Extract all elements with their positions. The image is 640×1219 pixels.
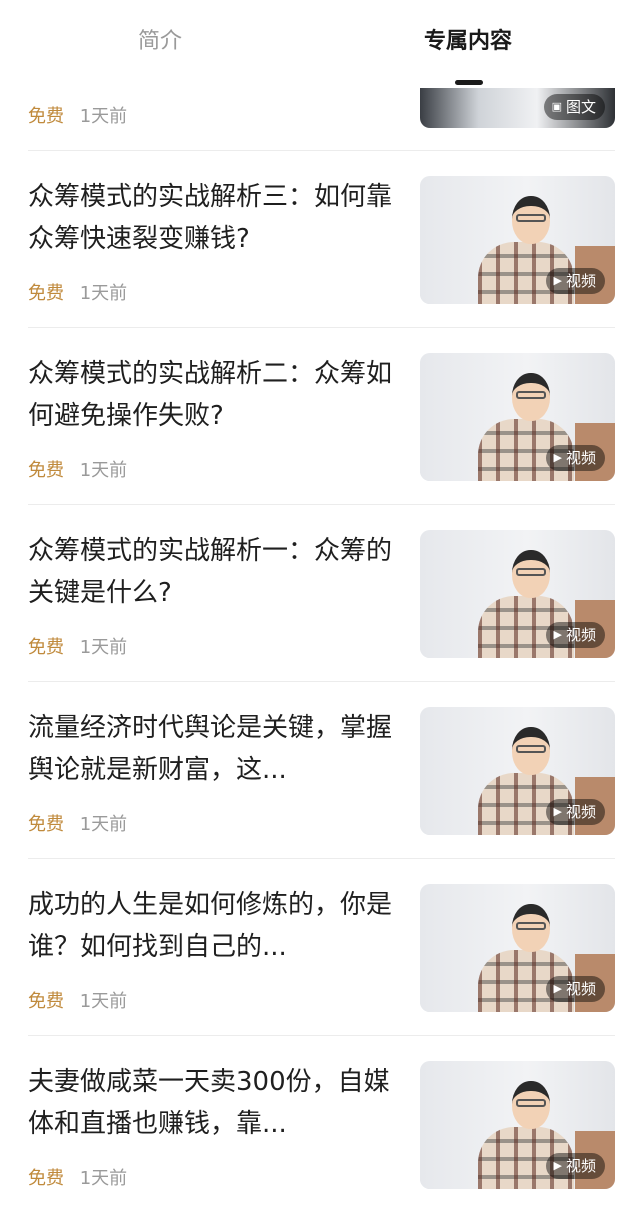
free-tag: 免费	[28, 637, 64, 658]
list-item[interactable]: 成功的人生是如何修炼的，你是谁？如何找到自己的... 免费 1天前 ▶ 视频	[0, 884, 640, 1034]
item-meta: 免费 1天前	[28, 1167, 127, 1191]
item-title: 众筹模式的实战解析一：众筹的关键是什么?	[28, 536, 393, 608]
divider	[28, 327, 615, 328]
divider	[28, 504, 615, 505]
publish-time: 1天前	[79, 991, 128, 1012]
publish-time: 1天前	[79, 460, 128, 481]
free-tag: 免费	[28, 991, 64, 1012]
free-tag: 免费	[28, 106, 64, 127]
item-title: 成功的人生是如何修炼的，你是谁？如何找到自己的...	[28, 890, 393, 962]
active-tab-indicator	[455, 80, 483, 85]
publish-time: 1天前	[79, 637, 128, 658]
free-tag: 免费	[28, 283, 64, 304]
divider	[28, 858, 615, 859]
list-item[interactable]: 众筹模式的实战解析三：如何靠众筹快速裂变赚钱? 免费 1天前 ▶ 视频	[0, 176, 640, 326]
video-thumbnail: ▶ 视频	[420, 1061, 615, 1189]
publish-time: 1天前	[79, 283, 128, 304]
item-meta: 免费 1天前	[28, 105, 127, 129]
play-icon: ▶	[553, 1159, 562, 1172]
video-badge: ▶ 视频	[545, 1153, 605, 1179]
video-badge: ▶ 视频	[545, 445, 605, 471]
publish-time: 1天前	[79, 814, 128, 835]
item-title: 流量经济时代舆论是关键，掌握舆论就是新财富，这...	[28, 713, 393, 785]
play-icon: ▶	[553, 274, 562, 287]
tab-bar: 简介 专属内容	[0, 0, 640, 88]
video-badge: ▶ 视频	[545, 799, 605, 825]
article-badge: ▣ 图文	[543, 94, 605, 120]
video-thumbnail: ▶ 视频	[420, 707, 615, 835]
publish-time: 1天前	[79, 1168, 128, 1189]
divider	[28, 150, 615, 151]
item-title: 众筹模式的实战解析三：如何靠众筹快速裂变赚钱?	[28, 182, 393, 254]
video-thumbnail: ▶ 视频	[420, 530, 615, 658]
play-icon: ▶	[553, 451, 562, 464]
free-tag: 免费	[28, 1168, 64, 1189]
play-icon: ▶	[553, 982, 562, 995]
item-meta: 免费 1天前	[28, 282, 127, 306]
video-thumbnail: ▶ 视频	[420, 884, 615, 1012]
thumbnail: ▣ 图文	[420, 86, 615, 128]
play-icon: ▶	[553, 628, 562, 641]
item-title: 众筹模式的实战解析二：众筹如何避免操作失败?	[28, 359, 393, 431]
item-meta: 免费 1天前	[28, 459, 127, 483]
item-meta: 免费 1天前	[28, 813, 127, 837]
list-item[interactable]: 流量经济时代舆论是关键，掌握舆论就是新财富，这... 免费 1天前 ▶ 视频	[0, 707, 640, 857]
item-meta: 免费 1天前	[28, 990, 127, 1014]
list-item[interactable]: 夫妻做咸菜一天卖300份，自媒体和直播也赚钱，靠... 免费 1天前 ▶ 视频	[0, 1061, 640, 1211]
tab-intro[interactable]: 简介	[100, 22, 220, 62]
tab-exclusive-content[interactable]: 专属内容	[408, 22, 528, 62]
free-tag: 免费	[28, 460, 64, 481]
video-badge: ▶ 视频	[545, 268, 605, 294]
free-tag: 免费	[28, 814, 64, 835]
video-thumbnail: ▶ 视频	[420, 353, 615, 481]
item-meta: 免费 1天前	[28, 636, 127, 660]
video-badge: ▶ 视频	[545, 976, 605, 1002]
list-item[interactable]: 众筹模式的实战解析一：众筹的关键是什么? 免费 1天前 ▶ 视频	[0, 530, 640, 680]
play-icon: ▶	[553, 805, 562, 818]
video-badge: ▶ 视频	[545, 622, 605, 648]
image-icon: ▣	[551, 100, 562, 113]
list-item[interactable]: 众筹模式的实战解析二：众筹如何避免操作失败? 免费 1天前 ▶ 视频	[0, 353, 640, 503]
divider	[28, 681, 615, 682]
item-title: 夫妻做咸菜一天卖300份，自媒体和直播也赚钱，靠...	[28, 1067, 390, 1139]
video-thumbnail: ▶ 视频	[420, 176, 615, 304]
divider	[28, 1035, 615, 1036]
publish-time: 1天前	[79, 106, 128, 127]
